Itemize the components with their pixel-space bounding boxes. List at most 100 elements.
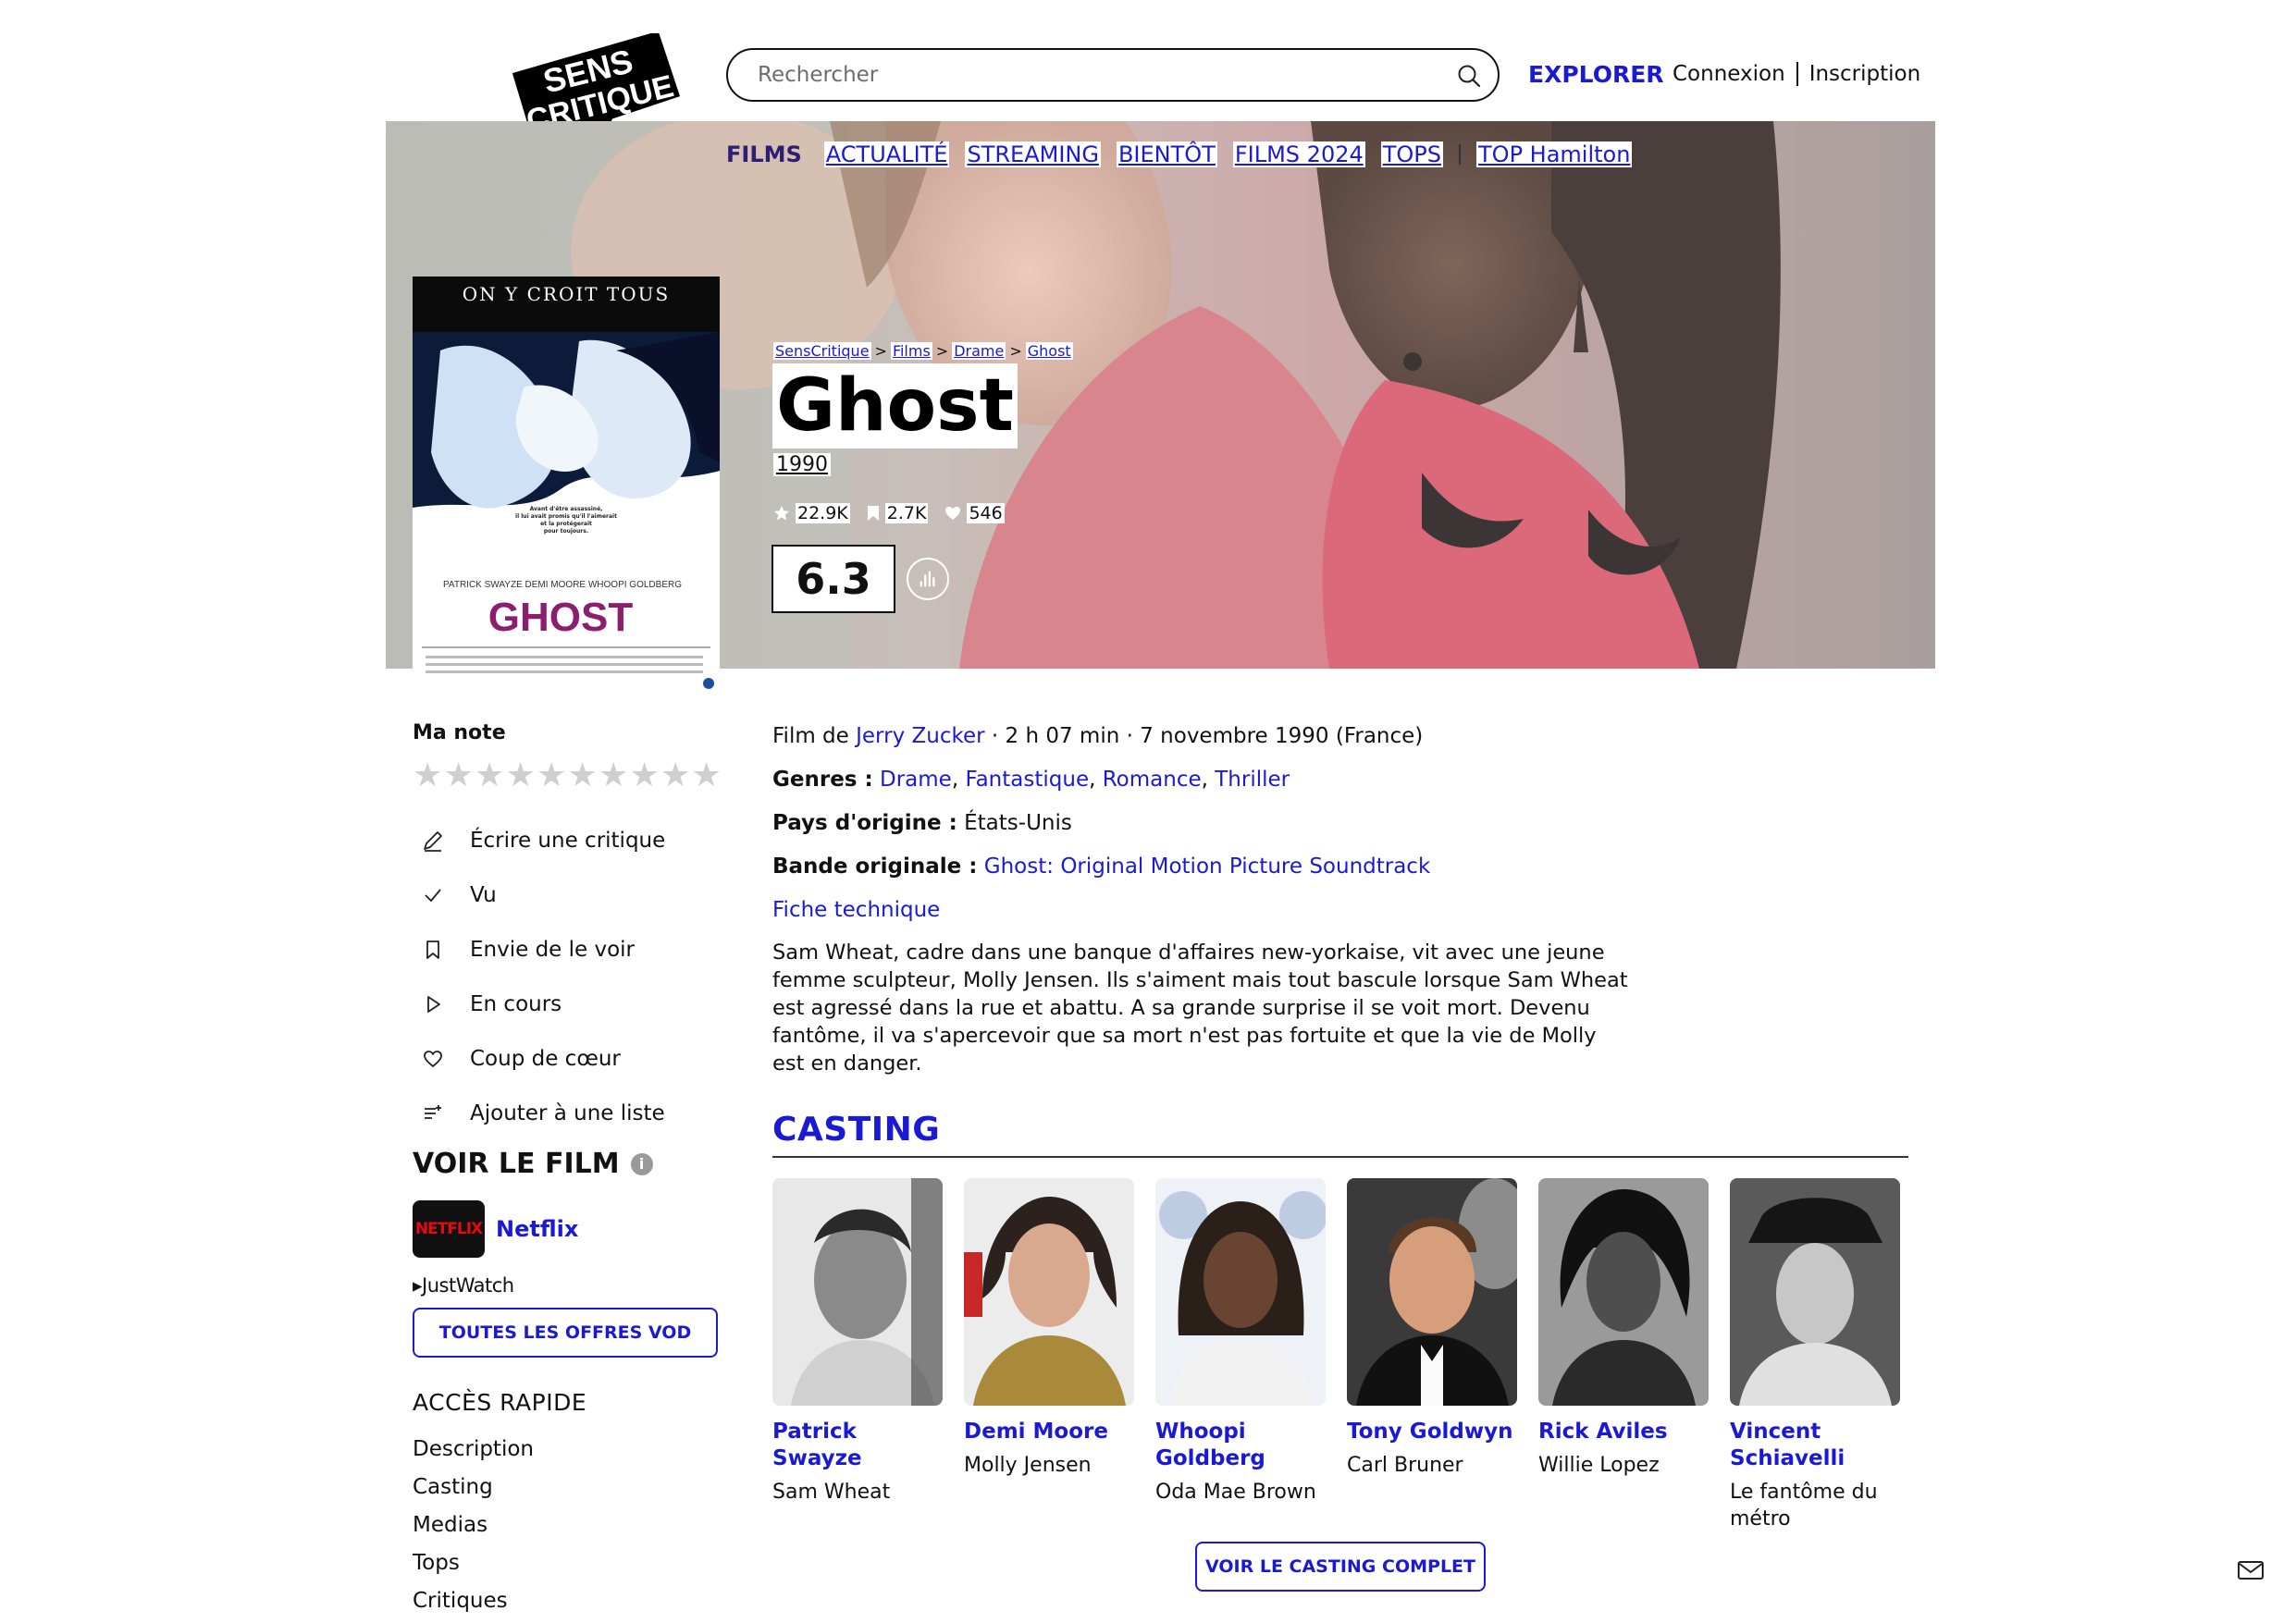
director-link[interactable]: Jerry Zucker — [856, 724, 984, 748]
actor-name[interactable]: Whoopi Goldberg — [1155, 1419, 1326, 1472]
nav-streaming[interactable]: STREAMING — [965, 141, 1101, 167]
genre-link-drame[interactable]: Drame — [880, 768, 952, 792]
full-cast-button[interactable]: VOIR LE CASTING COMPLET — [1195, 1542, 1486, 1592]
rating-star[interactable]: ★ — [568, 759, 599, 793]
seen-action[interactable]: Vu — [413, 867, 727, 922]
heart-icon — [945, 506, 961, 521]
signup-link[interactable]: Inscription — [1809, 62, 1921, 86]
search-input[interactable] — [758, 50, 1405, 100]
nav-actualite[interactable]: ACTUALITÉ — [823, 141, 950, 167]
rating-star[interactable]: ★ — [506, 759, 537, 793]
movie-poster[interactable]: ON Y CROIT TOUS Avant d'être assassiné, … — [413, 277, 720, 695]
page-title: Ghost — [772, 363, 1018, 449]
genre-link-fantastique[interactable]: Fantastique — [965, 768, 1089, 792]
poster-fine-print-1: Avant d'être assassiné, — [530, 506, 603, 512]
in-progress-action[interactable]: En cours — [413, 977, 727, 1031]
justwatch-logo[interactable]: ▸JustWatch — [413, 1274, 727, 1297]
ratings-count: 22.9K — [773, 503, 850, 523]
login-link[interactable]: Connexion — [1673, 62, 1785, 86]
breadcrumb-drame[interactable]: Drame — [952, 342, 1006, 360]
actor-role: Molly Jensen — [964, 1454, 1092, 1477]
mail-icon[interactable] — [2237, 1559, 2265, 1581]
soundtrack-link[interactable]: Ghost: Original Motion Picture Soundtrac… — [984, 855, 1431, 879]
actor-role: Sam Wheat — [772, 1481, 891, 1504]
add-to-list-action[interactable]: Ajouter à une liste — [413, 1086, 727, 1140]
rating-stars[interactable]: ★ ★ ★ ★ ★ ★ ★ ★ ★ ★ — [413, 759, 727, 793]
nav-tops[interactable]: TOPS — [1380, 141, 1444, 167]
quick-link-medias[interactable]: Medias — [413, 1506, 727, 1544]
breadcrumb-ghost[interactable]: Ghost — [1025, 342, 1073, 360]
quick-access-list: Description Casting Medias Tops Critique… — [413, 1431, 727, 1620]
quick-link-casting[interactable]: Casting — [413, 1469, 727, 1506]
write-review-action[interactable]: Écrire une critique — [413, 813, 727, 867]
quick-link-description[interactable]: Description — [413, 1431, 727, 1469]
favorites-count: 546 — [944, 503, 1005, 523]
casting-divider — [772, 1156, 1908, 1158]
actor-photo[interactable] — [1538, 1178, 1709, 1406]
actor-name[interactable]: Demi Moore — [964, 1419, 1134, 1445]
release-year[interactable]: 1990 — [773, 453, 831, 476]
poster-fine-print-2: il lui avait promis qu'il l'aimerait — [515, 513, 617, 520]
quick-link-critiques[interactable]: Critiques — [413, 1582, 727, 1620]
genre-link-thriller[interactable]: Thriller — [1215, 768, 1290, 792]
rating-star[interactable]: ★ — [630, 759, 661, 793]
all-vod-offers-button[interactable]: TOUTES LES OFFRES VOD — [413, 1308, 718, 1358]
country-line: Pays d'origine : États-Unis — [772, 811, 1072, 835]
actor-name[interactable]: Rick Aviles — [1538, 1419, 1709, 1445]
cast-member[interactable]: Patrick Swayze Sam Wheat — [772, 1178, 943, 1532]
nav-films-2024[interactable]: FILMS 2024 — [1232, 141, 1365, 167]
actor-photo[interactable] — [964, 1178, 1134, 1406]
info-icon[interactable]: i — [630, 1152, 653, 1175]
breadcrumb: SensCritique > Films > Drame > Ghost — [773, 342, 1073, 360]
nav-films[interactable]: FILMS — [726, 141, 802, 167]
poster-tagline: ON Y CROIT TOUS — [463, 283, 670, 305]
explorer-link[interactable]: EXPLORER — [1528, 61, 1664, 88]
quick-link-tops[interactable]: Tops — [413, 1544, 727, 1582]
casting-title: CASTING — [772, 1111, 941, 1149]
breadcrumb-films[interactable]: Films — [890, 342, 932, 360]
rating-star[interactable]: ★ — [413, 759, 444, 793]
search-bar[interactable] — [726, 48, 1500, 102]
cast-member[interactable]: Rick Aviles Willie Lopez — [1538, 1178, 1709, 1532]
list-add-icon — [425, 1104, 441, 1119]
favorite-action[interactable]: Coup de cœur — [413, 1031, 727, 1086]
nav-bientot[interactable]: BIENTÔT — [1116, 141, 1217, 167]
bar-chart-icon — [920, 571, 935, 587]
rating-star[interactable]: ★ — [444, 759, 475, 793]
rating-star[interactable]: ★ — [692, 759, 723, 793]
cast-member[interactable]: Whoopi Goldberg Oda Mae Brown — [1155, 1178, 1327, 1532]
actor-name[interactable]: Tony Goldwyn — [1347, 1419, 1517, 1445]
provider-name[interactable]: Netflix — [496, 1216, 578, 1242]
my-rating-label: Ma note — [413, 721, 506, 744]
actor-photo[interactable] — [772, 1178, 943, 1406]
actor-role: Carl Bruner — [1347, 1454, 1463, 1477]
heart-icon — [424, 1050, 442, 1067]
actor-photo[interactable] — [1730, 1178, 1900, 1406]
rating-star[interactable]: ★ — [537, 759, 568, 793]
poster-title: GHOST — [488, 595, 634, 640]
nav-top-hamilton[interactable]: TOP Hamilton — [1476, 141, 1633, 167]
cast-member[interactable]: Tony Goldwyn Carl Bruner — [1347, 1178, 1532, 1532]
country-value: États-Unis — [964, 811, 1072, 835]
rating-distribution-button[interactable] — [907, 558, 949, 600]
rating-star[interactable]: ★ — [660, 759, 692, 793]
tech-sheet-link[interactable]: Fiche technique — [772, 898, 940, 922]
actor-photo[interactable] — [1155, 1178, 1327, 1406]
streaming-provider[interactable]: NETFLIX Netflix — [413, 1200, 727, 1258]
rating-star[interactable]: ★ — [475, 759, 506, 793]
actor-name[interactable]: Patrick Swayze — [772, 1419, 943, 1472]
breadcrumb-senscritique[interactable]: SensCritique — [773, 342, 871, 360]
actor-name[interactable]: Vincent Schiavelli — [1730, 1419, 1900, 1472]
tech-sheet-line: Fiche technique — [772, 895, 1910, 939]
soundtrack-line: Bande originale : Ghost: Original Motion… — [772, 855, 1431, 879]
pencil-icon — [424, 830, 442, 852]
star-icon — [773, 505, 790, 521]
wishlist-action[interactable]: Envie de le voir — [413, 922, 727, 977]
synopsis: Sam Wheat, cadre dans une banque d'affai… — [772, 941, 1628, 1076]
cast-member[interactable]: Vincent Schiavelli Le fantôme du métro — [1730, 1178, 1900, 1532]
rating-star[interactable]: ★ — [599, 759, 630, 793]
search-icon[interactable] — [1455, 62, 1483, 90]
genre-link-romance[interactable]: Romance — [1103, 768, 1202, 792]
cast-member[interactable]: Demi Moore Molly Jensen — [964, 1178, 1134, 1532]
actor-photo[interactable] — [1347, 1178, 1532, 1406]
